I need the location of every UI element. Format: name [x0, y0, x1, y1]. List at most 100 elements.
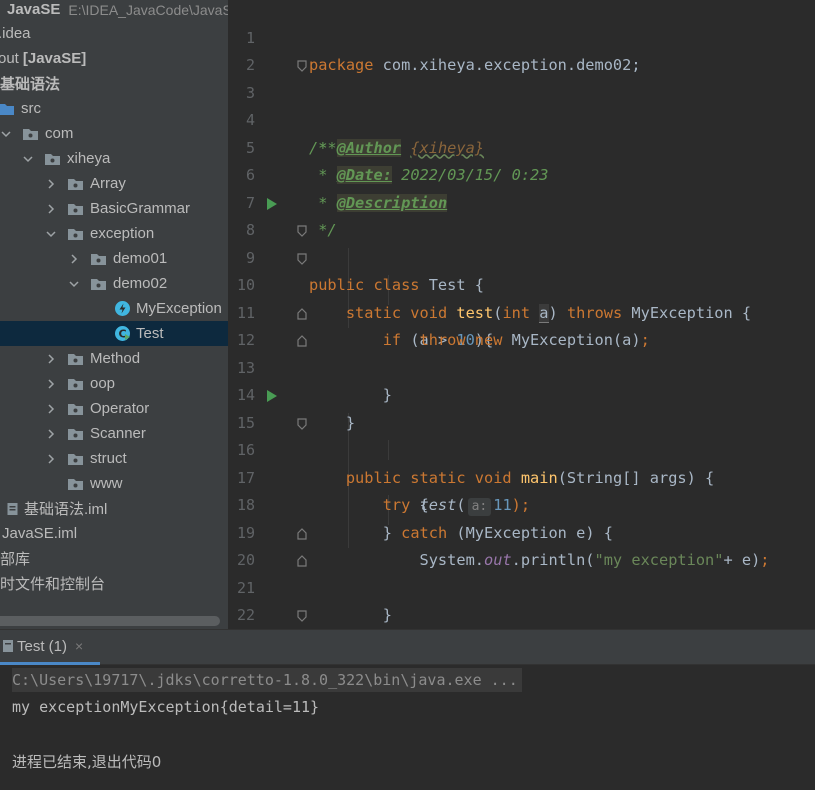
code-line[interactable]: 21 }	[228, 547, 815, 597]
tree-item-operator[interactable]: Operator	[45, 396, 228, 421]
fold-icon[interactable]	[295, 224, 309, 238]
code-line[interactable]: 1 package com.xiheya.exception.demo02;	[228, 0, 815, 75]
code-line[interactable]: 22 }	[228, 575, 815, 624]
chevron-right-icon[interactable]	[45, 346, 57, 371]
tree-item-label: 基础语法	[0, 76, 61, 93]
tree-item-oop[interactable]: oop	[45, 371, 228, 396]
code-line[interactable]: 4 * @Author {xiheya}	[228, 80, 815, 157]
code-line[interactable]: 20 }	[228, 520, 815, 624]
chevron-right-icon[interactable]	[45, 371, 57, 396]
package-folder-icon	[67, 202, 84, 216]
code-line[interactable]: 17 test(a: 11);	[228, 437, 815, 516]
code-editor[interactable]: 1 package com.xiheya.exception.demo02; 2…	[228, 0, 815, 629]
tree-item-myexception[interactable]: MyException	[112, 296, 228, 321]
code-line[interactable]: 12 }	[228, 300, 815, 404]
tree-item-method[interactable]: Method	[45, 346, 228, 371]
fold-icon[interactable]	[295, 554, 309, 568]
fold-icon[interactable]	[295, 417, 309, 431]
code-line[interactable]: 9 static void test(int a) throws MyExcep…	[228, 217, 815, 323]
tree-item-module-iml[interactable]: 基础语法.iml	[2, 496, 228, 521]
chevron-right-icon[interactable]	[45, 421, 57, 446]
fold-icon[interactable]	[295, 609, 309, 623]
package-folder-icon	[67, 377, 84, 391]
chevron-right-icon[interactable]	[45, 196, 57, 221]
tree-item-test[interactable]: C Test	[0, 321, 228, 346]
code-line[interactable]: 13 }	[228, 327, 815, 432]
tree-item-label: xiheya	[67, 150, 111, 167]
code-line[interactable]: 8 public class Test {	[228, 190, 815, 294]
tree-item-label: com	[45, 125, 74, 142]
code-line[interactable]: 18 } catch (MyException e) {	[228, 465, 815, 542]
run-icon[interactable]	[265, 389, 279, 403]
tree-item-external-libraries[interactable]: 外部库	[0, 546, 213, 571]
tree-item-basicgrammar[interactable]: BasicGrammar	[45, 196, 228, 221]
horizontal-scrollbar[interactable]	[0, 616, 220, 626]
tree-item-demo01[interactable]: demo01	[68, 246, 228, 271]
code-line[interactable]: 23 /*	[228, 602, 815, 629]
chevron-right-icon[interactable]	[45, 171, 57, 196]
tree-item-com[interactable]: com	[0, 121, 228, 146]
tree-item-exception[interactable]: exception	[45, 221, 228, 246]
exception-class-icon	[114, 300, 131, 317]
code-line[interactable]: 19 System.out.println("my exception"+ e)…	[228, 492, 815, 570]
tab-label: Test (1)	[17, 637, 68, 655]
tree-item-www[interactable]: www	[65, 471, 228, 496]
tree-item-struct[interactable]: struct	[45, 446, 228, 471]
tree-item-label: src	[21, 100, 41, 117]
code-line[interactable]: 11 throw new MyException(a);	[228, 272, 815, 350]
chevron-right-icon[interactable]	[45, 396, 57, 421]
tree-item-idea[interactable]: .idea	[0, 21, 226, 46]
tree-item-javase[interactable]: JavaSE E:\IDEA_JavaCode\JavaSE	[0, 0, 228, 22]
tree-item-out[interactable]: out [JavaSE]	[0, 46, 226, 71]
tree-item-label: struct	[90, 450, 127, 467]
fold-icon[interactable]	[295, 527, 309, 541]
run-tab-bar: Test (1) ×	[0, 630, 815, 665]
tree-item-array[interactable]: Array	[45, 171, 228, 196]
tree-item-scratches[interactable]: 临时文件和控制台	[0, 571, 213, 596]
chevron-down-icon[interactable]	[22, 146, 34, 171]
code-line[interactable]: 14	[228, 355, 815, 404]
console-output-line: my exceptionMyException{detail=11}	[12, 698, 320, 716]
tree-item-label: 基础语法.iml	[24, 501, 108, 518]
fold-icon[interactable]	[295, 334, 309, 348]
code-line[interactable]: 7 */	[228, 162, 815, 240]
chevron-down-icon[interactable]	[68, 271, 80, 296]
fold-icon[interactable]	[295, 307, 309, 321]
tree-item-label: Scanner	[90, 425, 146, 442]
code-line[interactable]: 16 try {	[228, 410, 815, 514]
run-icon[interactable]	[265, 197, 279, 211]
fold-icon[interactable]	[295, 59, 309, 73]
tree-item-label: exception	[90, 225, 155, 242]
tree-item-label: out	[0, 50, 19, 67]
package-folder-icon	[67, 352, 84, 366]
chevron-right-icon[interactable]	[45, 446, 57, 471]
tree-item-label: MyException	[136, 300, 222, 317]
source-folder-icon	[0, 102, 15, 116]
tree-item-scanner[interactable]: Scanner	[45, 421, 228, 446]
tree-item-module-basic[interactable]: 基础语法	[0, 71, 228, 96]
tree-item-xiheya[interactable]: xiheya	[22, 146, 228, 171]
code-line[interactable]: 15 public static void main(String[] args…	[228, 382, 815, 487]
tree-item-label: www	[90, 475, 123, 492]
code-line[interactable]: 5 * @Date: 2022/03/15/ 0:23	[228, 107, 815, 184]
chevron-down-icon[interactable]	[0, 121, 12, 146]
tree-item-label: BasicGrammar	[90, 200, 191, 217]
code-line[interactable]: 6 * @Description	[228, 135, 815, 212]
code-line[interactable]: 2	[228, 25, 815, 74]
close-icon[interactable]: ×	[75, 638, 83, 654]
tree-item-suffix: [JavaSE]	[22, 50, 87, 67]
chevron-right-icon[interactable]	[68, 246, 80, 271]
code-line[interactable]: 3 /**	[228, 52, 815, 157]
tab-run-test[interactable]: Test (1) ×	[0, 630, 100, 665]
package-folder-icon	[67, 177, 84, 191]
package-folder-icon	[44, 152, 61, 166]
tree-item-demo02[interactable]: demo02	[68, 271, 228, 296]
fold-icon[interactable]	[295, 252, 309, 266]
code-line[interactable]: 10 if (a > 10){	[228, 245, 815, 349]
console-command-line[interactable]: C:\Users\19717\.jdks\corretto-1.8.0_322\…	[12, 668, 522, 692]
chevron-down-icon[interactable]	[45, 221, 57, 246]
tree-item-label: 临时文件和控制台	[0, 576, 106, 593]
tree-item-label: Array	[90, 175, 126, 192]
tree-item-src[interactable]: src	[0, 96, 224, 121]
tree-item-project-iml[interactable]: JavaSE.iml	[2, 521, 228, 546]
